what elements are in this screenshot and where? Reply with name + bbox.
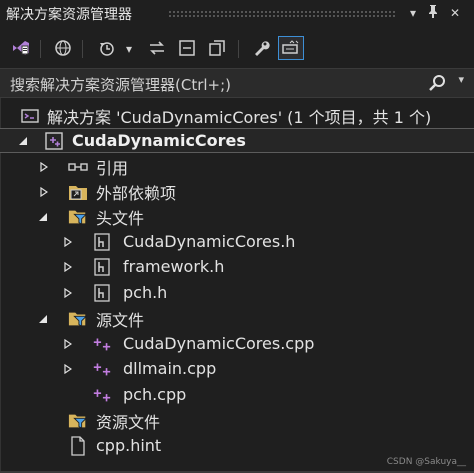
title-drag-grip[interactable] — [168, 10, 396, 18]
vs-switch-views-icon[interactable] — [8, 36, 34, 60]
cpp-file-icon — [92, 385, 112, 405]
close-icon[interactable]: ✕ — [446, 4, 464, 22]
source-files-label: 源文件 — [96, 310, 145, 330]
references-label: 引用 — [96, 158, 129, 178]
project-label: CudaDynamicCores — [72, 131, 246, 150]
resource-files-label: 资源文件 — [96, 412, 161, 432]
tree-row-source-1[interactable]: dllmain.cpp — [0, 356, 474, 381]
tree-row-header-2[interactable]: pch.h — [0, 280, 474, 305]
tree-row-references[interactable]: 引用 — [0, 154, 474, 179]
tree-row-external-deps[interactable]: 外部依赖项 — [0, 179, 474, 204]
source-file-label: CudaDynamicCores.cpp — [123, 334, 315, 353]
tree-row-project[interactable]: CudaDynamicCores — [0, 128, 474, 153]
collapsed-arrow-icon[interactable] — [62, 338, 74, 350]
cuda-project-icon — [44, 131, 64, 151]
pin-icon[interactable] — [424, 4, 442, 22]
external-deps-label: 外部依赖项 — [96, 183, 177, 203]
tree-row-header-files[interactable]: 头文件 — [0, 204, 474, 229]
history-clock-icon[interactable] — [94, 36, 120, 60]
solution-label: 解决方案 'CudaDynamicCores' (1 个项目，共 1 个) — [47, 107, 432, 127]
external-deps-folder-icon — [68, 182, 88, 202]
search-icon[interactable] — [428, 74, 446, 96]
show-all-files-icon[interactable] — [204, 36, 230, 60]
sync-arrows-icon[interactable] — [144, 36, 170, 60]
search-box[interactable]: 搜索解决方案资源管理器(Ctrl+;) ▾ — [0, 68, 474, 98]
header-file-icon — [92, 232, 112, 252]
tree-row-source-0[interactable]: CudaDynamicCores.cpp — [0, 331, 474, 356]
collapse-all-icon[interactable] — [174, 36, 200, 60]
preview-selected-icon[interactable] — [278, 36, 304, 60]
header-files-label: 头文件 — [96, 208, 145, 228]
cpp-file-icon — [92, 359, 112, 379]
header-file-icon — [92, 257, 112, 277]
tree-row-header-0[interactable]: CudaDynamicCores.h — [0, 229, 474, 254]
hint-file-label: cpp.hint — [96, 436, 162, 455]
header-file-label: framework.h — [123, 257, 225, 276]
solution-explorer-toolbar: ▾ — [0, 30, 474, 66]
filter-folder-icon — [68, 309, 88, 329]
history-dropdown-icon[interactable]: ▾ — [120, 40, 138, 58]
cpp-file-icon — [92, 334, 112, 354]
search-input[interactable]: 搜索解决方案资源管理器(Ctrl+;) — [10, 74, 231, 95]
panel-title: 解决方案资源管理器 — [6, 7, 132, 23]
source-file-label: dllmain.cpp — [123, 359, 217, 378]
filter-folder-icon — [68, 411, 88, 431]
collapsed-arrow-icon[interactable] — [62, 287, 74, 299]
tree-row-hint-file[interactable]: cpp.hint — [0, 433, 474, 458]
solution-icon — [20, 106, 40, 126]
header-file-icon — [92, 283, 112, 303]
collapsed-arrow-icon[interactable] — [38, 161, 50, 173]
file-icon — [68, 435, 88, 456]
collapsed-arrow-icon[interactable] — [62, 236, 74, 248]
window-position-dropdown-icon[interactable]: ▾ — [404, 4, 422, 22]
watermark: CSDN @Sakuya__ — [386, 457, 466, 467]
collapsed-arrow-icon[interactable] — [38, 186, 50, 198]
title-bar: 解决方案资源管理器 ▾ ✕ — [0, 0, 474, 28]
source-file-label: pch.cpp — [123, 385, 187, 404]
globe-icon[interactable] — [50, 36, 76, 60]
header-file-label: pch.h — [123, 283, 168, 302]
tree-row-source-2[interactable]: pch.cpp — [0, 382, 474, 407]
expanded-arrow-icon[interactable] — [37, 211, 49, 223]
tree-row-solution[interactable]: 解决方案 'CudaDynamicCores' (1 个项目，共 1 个) — [0, 103, 474, 128]
properties-wrench-icon[interactable] — [248, 36, 274, 60]
search-options-dropdown-icon[interactable]: ▾ — [458, 73, 464, 86]
collapsed-arrow-icon[interactable] — [62, 363, 74, 375]
tree-row-header-1[interactable]: framework.h — [0, 254, 474, 279]
tree-row-source-files[interactable]: 源文件 — [0, 306, 474, 331]
expanded-arrow-icon[interactable] — [17, 135, 29, 147]
expanded-arrow-icon[interactable] — [37, 313, 49, 325]
tree-row-resource-files[interactable]: 资源文件 — [0, 408, 474, 433]
references-icon — [68, 157, 88, 177]
header-file-label: CudaDynamicCores.h — [123, 232, 296, 251]
collapsed-arrow-icon[interactable] — [62, 261, 74, 273]
filter-folder-icon — [68, 207, 88, 227]
